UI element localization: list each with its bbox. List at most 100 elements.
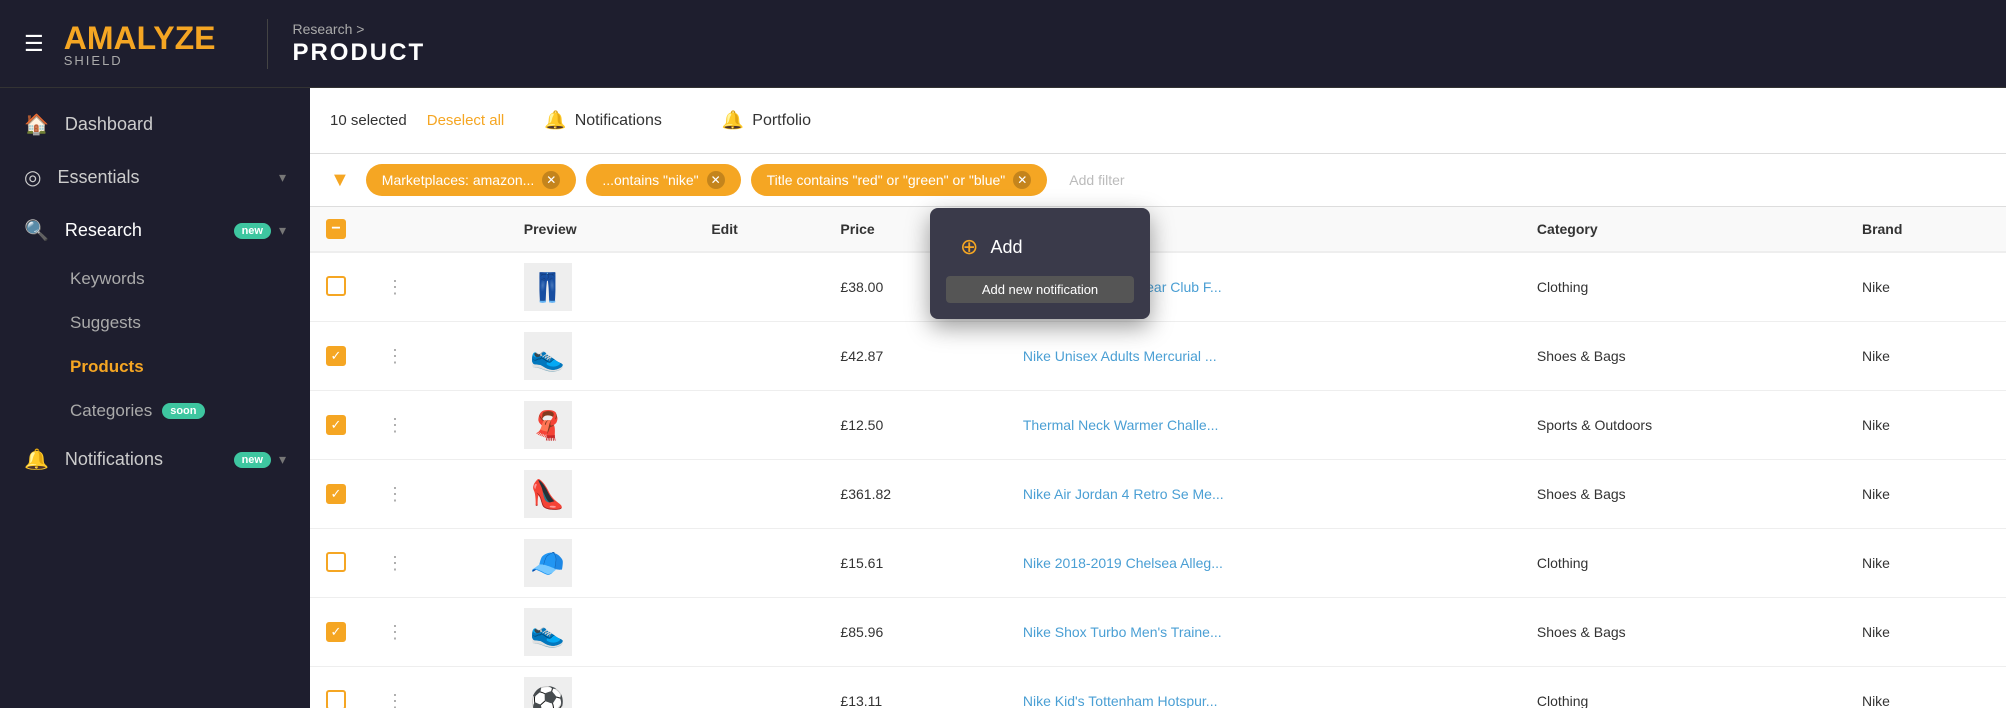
portfolio-button[interactable]: 🔔 Portfolio [702, 102, 831, 139]
product-title-link[interactable]: Nike Shox Turbo Men's Traine... [1023, 624, 1222, 640]
filter-remove-button[interactable]: ✕ [542, 171, 560, 189]
table-row: ⋮ 🧣 £12.50 Thermal Neck Warmer Challe...… [310, 391, 2006, 460]
row-checkbox-cell [310, 322, 362, 391]
col-category: Category [1521, 207, 1846, 252]
header: ☰ AMALYZE SHIELD Research > PRODUCT [0, 0, 2006, 88]
row-context-menu[interactable]: ⋮ [378, 415, 412, 435]
filter-tag-text: Marketplaces: amazon... [382, 172, 535, 188]
row-category: Shoes & Bags [1521, 460, 1846, 529]
table-row: ⋮ 👟 £85.96 Nike Shox Turbo Men's Traine.… [310, 598, 2006, 667]
row-checkbox-cell [310, 598, 362, 667]
row-category: Shoes & Bags [1521, 322, 1846, 391]
select-all-checkbox[interactable] [326, 219, 346, 239]
row-checkbox[interactable] [326, 484, 346, 504]
row-category: Clothing [1521, 529, 1846, 598]
search-icon: 🔍 [24, 218, 49, 243]
row-title: Nike Shox Turbo Men's Traine... [1007, 598, 1521, 667]
chevron-down-icon: ▾ [279, 169, 286, 186]
row-edit-cell [695, 667, 824, 708]
filter-tag-marketplaces: Marketplaces: amazon... ✕ [366, 164, 577, 196]
breadcrumb-current: PRODUCT [292, 39, 425, 67]
row-context-menu[interactable]: ⋮ [378, 277, 412, 297]
filter-tag-nike: ...ontains "nike" ✕ [586, 164, 740, 196]
filter-remove-button[interactable]: ✕ [1013, 171, 1031, 189]
add-circle-icon: ⊕ [960, 234, 978, 260]
filter-tag-colors: Title contains "red" or "green" or "blue… [751, 164, 1048, 196]
row-context-menu[interactable]: ⋮ [378, 622, 412, 642]
header-divider [267, 19, 268, 69]
row-checkbox[interactable] [326, 622, 346, 642]
product-title-link[interactable]: Nike Unisex Adults Mercurial ... [1023, 348, 1217, 364]
row-context-menu[interactable]: ⋮ [378, 484, 412, 504]
sidebar-item-categories[interactable]: Categories soon [60, 389, 310, 433]
product-title-link[interactable]: Nike Air Jordan 4 Retro Se Me... [1023, 486, 1224, 502]
sidebar-item-keywords[interactable]: Keywords [60, 257, 310, 301]
selected-count: 10 selected [330, 112, 407, 129]
row-price: £85.96 [824, 598, 1006, 667]
table-row: ⋮ 👟 £42.87 Nike Unisex Adults Mercurial … [310, 322, 2006, 391]
product-title-link[interactable]: Nike Kid's Tottenham Hotspur... [1023, 693, 1218, 708]
row-category: Clothing [1521, 667, 1846, 708]
row-brand: Nike [1846, 529, 2006, 598]
row-brand: Nike [1846, 667, 2006, 708]
row-category: Sports & Outdoors [1521, 391, 1846, 460]
col-dots [362, 207, 508, 252]
row-checkbox[interactable] [326, 346, 346, 366]
add-notification-item[interactable]: ⊕ Add [946, 224, 1134, 270]
row-checkbox[interactable] [326, 276, 346, 296]
row-checkbox[interactable] [326, 552, 346, 572]
col-preview: Preview [508, 207, 696, 252]
row-preview-cell: 👖 [508, 252, 696, 322]
sidebar-item-essentials[interactable]: ◎ Essentials ▾ [0, 151, 310, 204]
content-area: 10 selected Deselect all 🔔 Notifications… [310, 88, 2006, 708]
filter-remove-button[interactable]: ✕ [707, 171, 725, 189]
sidebar-item-dashboard[interactable]: 🏠 Dashboard [0, 98, 310, 151]
products-table-container: Preview Edit Price Title Category Brand … [310, 207, 2006, 708]
product-image: ⚽ [524, 677, 572, 708]
row-checkbox-cell [310, 391, 362, 460]
deselect-all-button[interactable]: Deselect all [427, 112, 505, 129]
product-title-link[interactable]: Thermal Neck Warmer Challe... [1023, 417, 1219, 433]
research-new-badge: new [234, 223, 271, 239]
row-context-menu[interactable]: ⋮ [378, 691, 412, 708]
row-dots-cell: ⋮ [362, 460, 508, 529]
product-title-link[interactable]: Nike 2018-2019 Chelsea Alleg... [1023, 555, 1223, 571]
filter-icon: ▼ [330, 169, 350, 192]
row-title: Nike Kid's Tottenham Hotspur... [1007, 667, 1521, 708]
sidebar-item-products[interactable]: Products [60, 345, 310, 389]
filter-tag-text: ...ontains "nike" [602, 172, 698, 188]
row-checkbox-cell [310, 252, 362, 322]
notifications-new-badge: new [234, 452, 271, 468]
essentials-icon: ◎ [24, 165, 41, 190]
row-dots-cell: ⋮ [362, 667, 508, 708]
logo-sub: SHIELD [64, 53, 244, 68]
row-title: Nike Air Jordan 4 Retro Se Me... [1007, 460, 1521, 529]
product-image: 🧢 [524, 539, 572, 587]
sidebar-item-label: Research [65, 220, 224, 241]
notifications-button[interactable]: 🔔 Notifications [524, 102, 682, 139]
row-context-menu[interactable]: ⋮ [378, 346, 412, 366]
bell-icon: 🔔 [24, 447, 49, 472]
sidebar-item-suggests[interactable]: Suggests [60, 301, 310, 345]
sidebar-item-research[interactable]: 🔍 Research new ▾ [0, 204, 310, 257]
row-context-menu[interactable]: ⋮ [378, 553, 412, 573]
row-title: Thermal Neck Warmer Challe... [1007, 391, 1521, 460]
logo-main: AMA [64, 20, 137, 56]
sidebar-item-label: Dashboard [65, 114, 286, 135]
products-table: Preview Edit Price Title Category Brand … [310, 207, 2006, 708]
row-price: £13.11 [824, 667, 1006, 708]
hamburger-icon[interactable]: ☰ [24, 31, 44, 57]
table-row: ⋮ 👠 £361.82 Nike Air Jordan 4 Retro Se M… [310, 460, 2006, 529]
row-dots-cell: ⋮ [362, 529, 508, 598]
row-checkbox[interactable] [326, 415, 346, 435]
add-filter-button[interactable]: Add filter [1057, 165, 1136, 195]
sidebar-item-notifications[interactable]: 🔔 Notifications new ▾ [0, 433, 310, 486]
row-edit-cell [695, 460, 824, 529]
row-checkbox[interactable] [326, 690, 346, 708]
row-brand: Nike [1846, 252, 2006, 322]
portfolio-label: Portfolio [752, 112, 811, 130]
row-brand: Nike [1846, 322, 2006, 391]
row-checkbox-cell [310, 529, 362, 598]
notifications-label: Notifications [575, 112, 662, 130]
breadcrumb: Research > PRODUCT [292, 21, 425, 67]
